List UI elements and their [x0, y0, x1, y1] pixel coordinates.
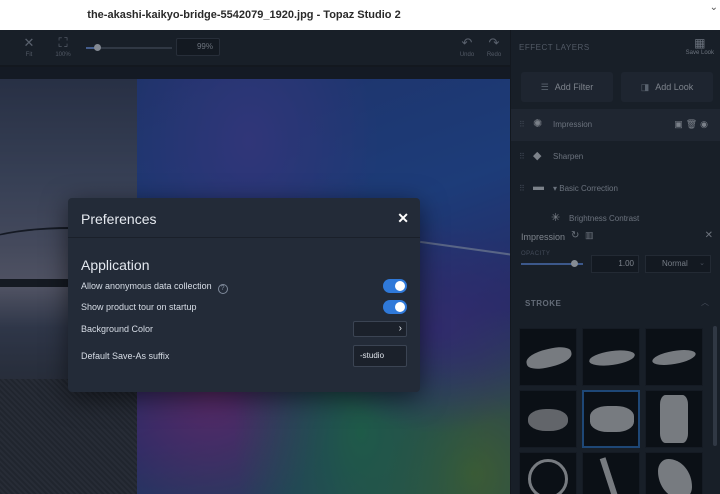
preferences-dialog: Preferences ✕ Application Allow anonymou… — [68, 198, 420, 392]
help-icon[interactable]: ? — [217, 284, 228, 294]
product-tour-toggle[interactable] — [383, 300, 407, 314]
save-suffix-row: Default Save-As suffix -studio — [81, 345, 407, 367]
product-tour-row: Show product tour on startup — [81, 299, 407, 317]
toggle-knob — [395, 302, 405, 312]
background-color-label: Background Color — [81, 324, 154, 334]
close-icon[interactable]: ✕ — [397, 210, 409, 227]
app-window: the-akashi-kaikyo-bridge-5542079_1920.jp… — [0, 0, 720, 494]
save-suffix-label: Default Save-As suffix — [81, 351, 170, 361]
anonymous-data-text: Allow anonymous data collection — [81, 281, 212, 291]
title-bar: the-akashi-kaikyo-bridge-5542079_1920.jp… — [0, 0, 720, 30]
background-color-picker[interactable]: › — [353, 321, 407, 337]
application-section-title: Application — [81, 257, 150, 273]
window-menu-icon[interactable]: ⌄ — [710, 2, 718, 13]
anonymous-data-label: Allow anonymous data collection? — [81, 281, 228, 294]
dialog-title: Preferences — [81, 211, 157, 227]
dialog-header: Preferences ✕ — [68, 198, 420, 238]
anonymous-data-toggle[interactable] — [383, 279, 407, 293]
toggle-knob — [395, 281, 405, 291]
background-color-row: Background Color › — [81, 321, 407, 339]
save-suffix-input[interactable]: -studio — [353, 345, 407, 367]
anonymous-data-row: Allow anonymous data collection? — [81, 278, 407, 296]
window-title: the-akashi-kaikyo-bridge-5542079_1920.jp… — [87, 9, 401, 21]
chevron-right-icon: › — [398, 323, 402, 334]
product-tour-label: Show product tour on startup — [81, 302, 197, 312]
